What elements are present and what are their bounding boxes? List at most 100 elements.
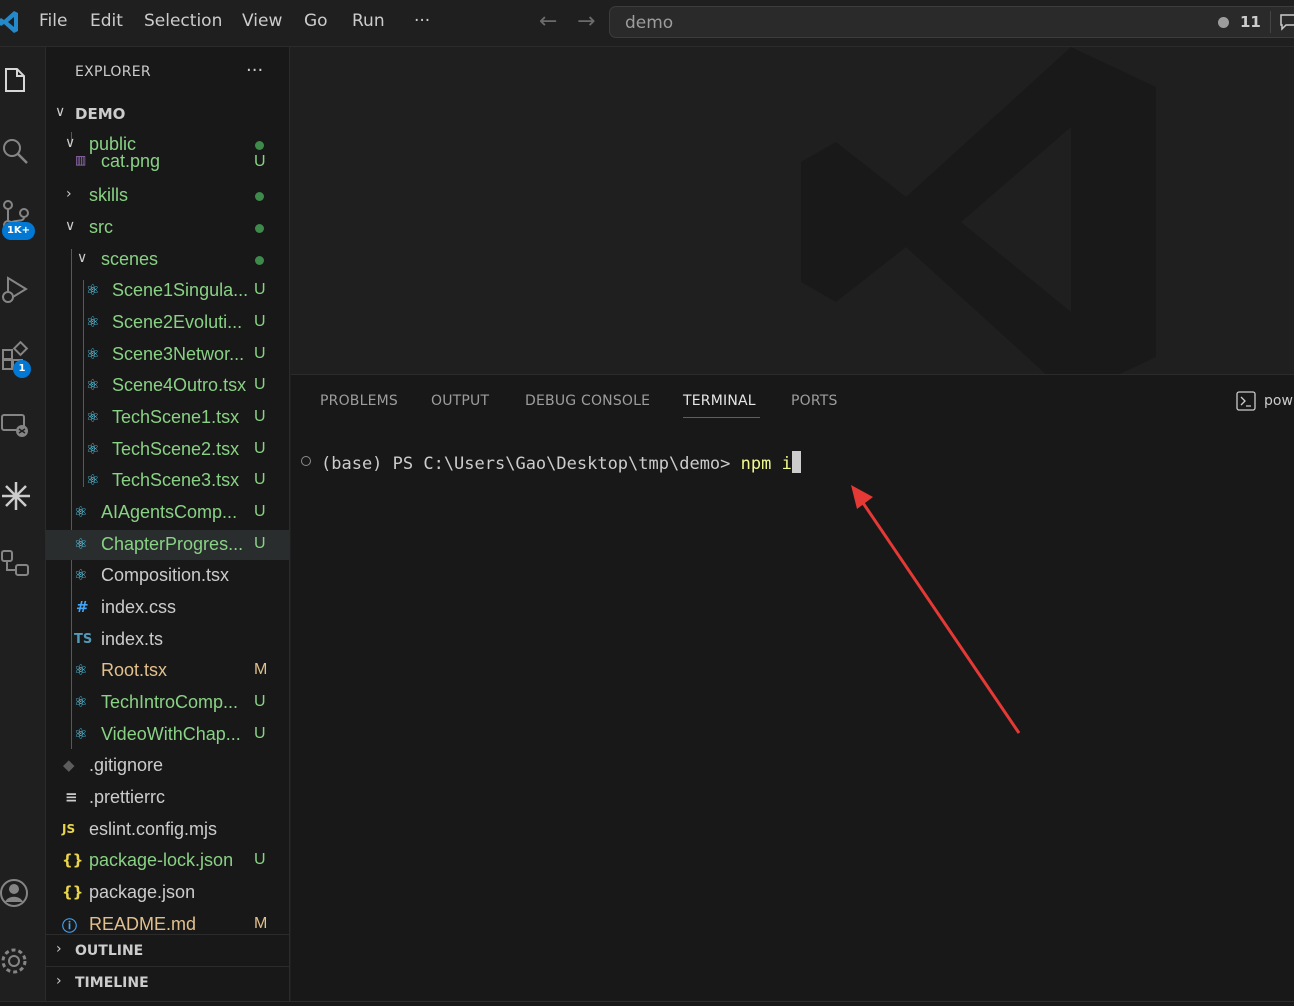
file-label: index.css [101, 597, 177, 617]
annotation-arrow-icon [851, 485, 1021, 734]
terminal-name[interactable]: pow [1264, 393, 1293, 409]
menu-more[interactable]: ··· [414, 11, 430, 31]
react-file-icon: ⚛ [74, 566, 88, 584]
file-label: src [89, 217, 113, 237]
tree-file[interactable]: ⚛ Composition.tsx [46, 561, 289, 591]
terminal-icon[interactable] [1236, 391, 1256, 411]
tree-folder-skills[interactable]: › skills [46, 181, 289, 211]
menu-go[interactable]: Go [304, 11, 328, 31]
tree-file[interactable]: ≡ .prettierrc [46, 783, 289, 813]
menu-run[interactable]: Run [352, 11, 385, 31]
tree-file[interactable]: {} package-lock.json U [46, 846, 289, 876]
forward-arrow-icon[interactable]: → [577, 9, 595, 34]
chevron-down-icon: ∨ [55, 104, 66, 120]
file-label: package.json [89, 882, 196, 902]
file-label: .gitignore [89, 755, 164, 775]
file-label: cat.png [101, 151, 161, 171]
terminal-command: npm i [740, 454, 792, 474]
tree-file[interactable]: ⚛ AIAgentsComp... U [46, 498, 289, 528]
git-status: U [254, 471, 266, 488]
info-icon: ⓘ [62, 917, 78, 934]
tab-terminal[interactable]: TERMINAL [683, 393, 756, 409]
file-label: index.ts [101, 629, 164, 649]
tree-file[interactable]: JS eslint.config.mjs [46, 815, 289, 845]
tab-ports[interactable]: PORTS [791, 393, 838, 409]
explorer-title: EXPLORER [75, 64, 151, 80]
explorer-files-icon[interactable] [0, 63, 32, 95]
tree-file[interactable]: ◆ .gitignore [46, 751, 289, 781]
tree-folder-src[interactable]: ∨ src [46, 213, 289, 243]
tree-file[interactable]: {} package.json [46, 878, 289, 908]
git-status: U [254, 503, 266, 520]
run-debug-icon[interactable] [0, 273, 32, 305]
asterisk-extension-icon[interactable] [0, 480, 32, 512]
tree-file[interactable]: # index.css [46, 593, 289, 623]
react-file-icon: ⚛ [86, 440, 100, 458]
file-label: TechScene3.tsx [112, 470, 240, 490]
tree-file[interactable]: TS index.ts [46, 625, 289, 655]
image-file-icon: ▥ [75, 153, 87, 167]
flow-diagram-icon[interactable] [0, 547, 32, 579]
status-bar [0, 1001, 1294, 1006]
file-label: VideoWithChap... [101, 724, 241, 744]
tree-file[interactable]: ⚛ Root.tsx M [46, 656, 289, 686]
tree-file[interactable]: ⚛ VideoWithChap... U [46, 720, 289, 750]
git-dot-icon [255, 224, 264, 233]
terminal-line[interactable]: (base) PS C:\Users\Gao\Desktop\tmp\demo>… [321, 451, 801, 474]
tree-file[interactable]: ⚛ TechScene2.tsx U [46, 435, 289, 465]
remote-explorer-icon[interactable] [0, 409, 32, 441]
tree-file-selected[interactable]: ⚛ ChapterProgres... U [46, 530, 289, 560]
git-status: U [254, 153, 266, 170]
timeline-section[interactable]: › TIMELINE [46, 966, 289, 999]
tree-root-demo[interactable]: ∨ DEMO [46, 99, 289, 129]
tab-problems[interactable]: PROBLEMS [320, 393, 398, 409]
file-label: skills [89, 185, 128, 205]
outline-label: OUTLINE [75, 943, 144, 959]
outline-section[interactable]: › OUTLINE [46, 934, 289, 967]
git-status: M [254, 915, 268, 932]
root-folder-label: DEMO [75, 105, 126, 123]
menu-edit[interactable]: Edit [90, 11, 123, 31]
tree-folder-scenes[interactable]: ∨ scenes [46, 245, 289, 275]
search-icon[interactable] [0, 135, 32, 167]
tree-file-cat-png[interactable]: ▥ cat.png U [46, 151, 289, 173]
tree-file[interactable]: ⚛ Scene4Outro.tsx U [46, 371, 289, 401]
file-label: Root.tsx [101, 660, 168, 680]
tree-file[interactable]: ⚛ Scene1Singula... U [46, 276, 289, 306]
file-label: Scene4Outro.tsx [112, 375, 247, 395]
tree-file[interactable]: ⚛ Scene3Networ... U [46, 340, 289, 370]
tree-file[interactable]: ⚛ TechIntroComp... U [46, 688, 289, 718]
command-center[interactable]: demo 11 [609, 6, 1294, 38]
active-tab-indicator [683, 417, 760, 418]
file-label: TechScene1.tsx [112, 407, 240, 427]
menu-file[interactable]: File [39, 11, 67, 31]
chevron-right-icon: › [56, 973, 62, 989]
gear-icon[interactable] [0, 945, 32, 977]
more-actions-button[interactable]: ··· [246, 60, 263, 81]
tab-debug-console[interactable]: DEBUG CONSOLE [525, 393, 650, 409]
notification-dot-icon [1218, 17, 1229, 28]
chat-icon[interactable] [1278, 12, 1294, 32]
tree-file[interactable]: ⚛ TechScene1.tsx U [46, 403, 289, 433]
tree-file[interactable]: ⚛ Scene2Evoluti... U [46, 308, 289, 338]
git-status: U [254, 313, 266, 330]
file-label: ChapterProgres... [101, 534, 244, 554]
react-file-icon: ⚛ [86, 408, 100, 426]
tab-output[interactable]: OUTPUT [431, 393, 489, 409]
git-status: U [254, 725, 266, 742]
tree-file[interactable]: ⓘ README.md M [46, 910, 289, 934]
git-dot-icon [255, 192, 264, 201]
file-label: README.md [89, 914, 197, 934]
menu-view[interactable]: View [242, 11, 282, 31]
back-arrow-icon[interactable]: ← [539, 9, 557, 34]
account-icon[interactable] [0, 877, 32, 909]
file-label: eslint.config.mjs [89, 819, 218, 839]
lines-file-icon: ≡ [65, 788, 78, 806]
tree-file[interactable]: ⚛ TechScene3.tsx U [46, 466, 289, 496]
activity-bar: 1K+ 1 [0, 47, 46, 1001]
menu-selection[interactable]: Selection [144, 11, 222, 31]
file-label: TechScene2.tsx [112, 439, 240, 459]
source-control-badge: 1K+ [2, 222, 35, 240]
git-status: U [254, 376, 266, 393]
chevron-right-icon: › [56, 941, 62, 957]
